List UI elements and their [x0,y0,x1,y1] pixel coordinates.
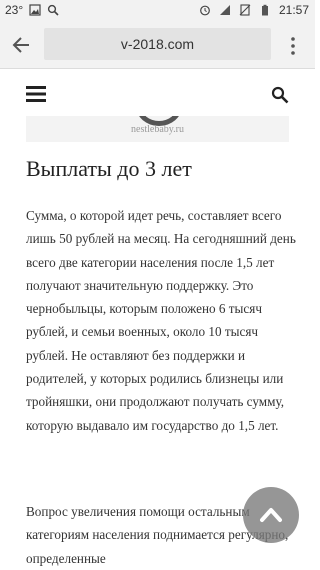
article-image: nestlebaby.ru [26,116,289,142]
scroll-to-top-button[interactable] [243,487,299,543]
browser-toolbar: v-2018.com [0,22,315,69]
chevron-up-icon [260,508,282,522]
overflow-menu-icon[interactable] [286,36,300,56]
no-sim-icon [239,4,251,16]
back-arrow-icon[interactable] [10,34,32,56]
signal-icon [219,5,230,15]
search-icon[interactable] [271,86,289,104]
search-icon [48,4,59,16]
clock: 21:57 [278,3,309,17]
hamburger-menu-icon[interactable] [26,86,46,102]
status-bar: 23° 21:57 [0,0,315,22]
battery-icon [261,4,268,16]
temperature: 23° [5,3,24,17]
address-bar[interactable]: v-2018.com [44,28,271,60]
article-paragraph: Сумма, о которой идет речь, составляет в… [26,208,296,433]
image-icon [29,4,41,16]
image-caption: nestlebaby.ru [131,124,184,135]
article-heading: Выплаты до 3 лет [26,156,192,181]
alarm-icon [200,5,210,16]
